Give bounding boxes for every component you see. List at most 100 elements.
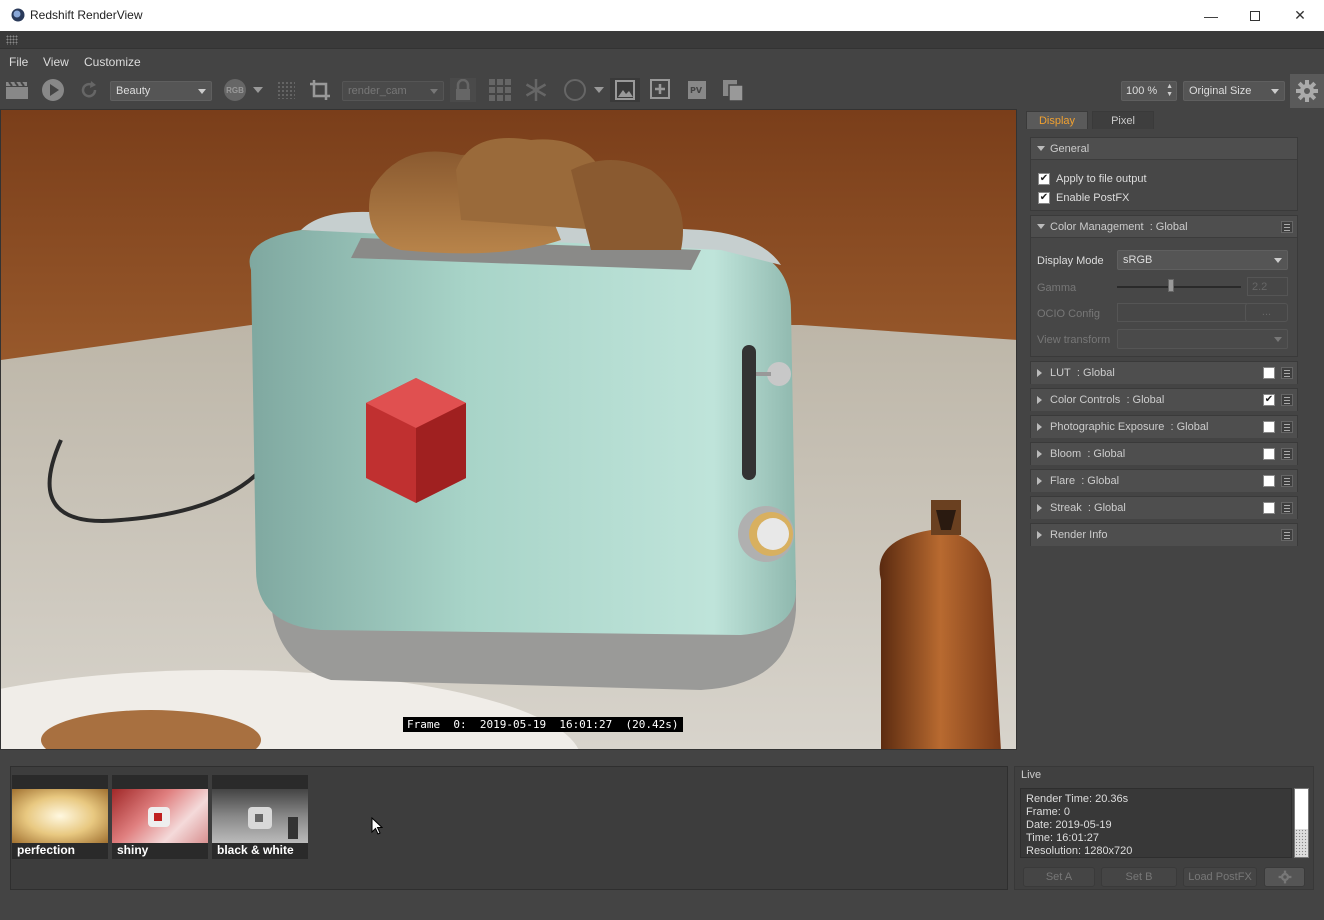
bottom-area: perfection shiny black & white Live Rend… xyxy=(0,750,1324,920)
copy-icon[interactable] xyxy=(718,78,748,102)
section-enable-checkbox[interactable] xyxy=(1263,421,1275,433)
render-image xyxy=(1,110,1016,749)
menu-file[interactable]: File xyxy=(9,55,28,69)
expand-triangle-icon xyxy=(1037,369,1042,377)
gear-icon[interactable] xyxy=(1290,74,1324,108)
display-mode-select[interactable]: sRGB xyxy=(1117,250,1288,270)
section-menu-icon[interactable] xyxy=(1281,475,1293,487)
resolution-line: Resolution: 1280x720 xyxy=(1026,845,1133,857)
snapshot-item[interactable]: shiny xyxy=(112,775,208,859)
section-color-controls-header[interactable]: Color Controls : Global ✔ xyxy=(1031,389,1297,411)
crop-icon[interactable] xyxy=(306,78,334,102)
title-bar: Redshift RenderView — ✕ xyxy=(0,0,1324,31)
section-menu-icon[interactable] xyxy=(1281,502,1293,514)
expand-triangle-icon xyxy=(1037,423,1042,431)
bucket-grid-icon[interactable] xyxy=(486,78,514,102)
chevron-down-icon[interactable] xyxy=(250,78,266,102)
enable-postfx-checkbox[interactable]: ✔ Enable PostFX xyxy=(1038,190,1129,206)
set-a-button[interactable]: Set A xyxy=(1023,867,1095,887)
expand-triangle-icon xyxy=(1037,146,1045,151)
gamma-slider-handle[interactable] xyxy=(1168,279,1174,292)
live-header: Live xyxy=(1021,769,1042,781)
redshift-app-icon xyxy=(11,8,25,22)
size-mode-select[interactable]: Original Size xyxy=(1183,81,1285,101)
toolbar: Beauty RGB render_cam PV 100 % ▲ ▼ Origi… xyxy=(0,73,1324,109)
postfx-panel: Display Pixel General ✔ Apply to file ou… xyxy=(1021,109,1324,750)
aov-select[interactable]: Beauty xyxy=(110,81,212,101)
expand-triangle-icon xyxy=(1037,396,1042,404)
menu-view[interactable]: View xyxy=(43,55,69,69)
tab-display[interactable]: Display xyxy=(1026,111,1088,129)
window-title: Redshift RenderView xyxy=(30,8,143,22)
chevron-down-icon[interactable] xyxy=(592,78,606,102)
postfx-icon[interactable]: PV xyxy=(682,78,712,102)
section-lut-header[interactable]: LUT : Global xyxy=(1031,362,1297,384)
render-time-line: Render Time: 20.36s xyxy=(1026,793,1129,805)
section-menu-icon[interactable] xyxy=(1281,448,1293,460)
gamma-slider-track[interactable] xyxy=(1117,286,1241,288)
rgb-channel-icon[interactable]: RGB xyxy=(222,78,248,102)
expand-triangle-icon xyxy=(1037,531,1042,539)
set-b-button[interactable]: Set B xyxy=(1101,867,1177,887)
expand-triangle-icon xyxy=(1037,450,1042,458)
add-snapshot-icon[interactable] xyxy=(646,78,676,102)
ocio-browse-button[interactable]: ... xyxy=(1245,303,1288,322)
frame-line: Frame: 0 xyxy=(1026,806,1071,818)
section-color-management-header[interactable]: Color Management : Global xyxy=(1031,216,1297,238)
section-menu-icon[interactable] xyxy=(1281,394,1293,406)
clapper-icon[interactable] xyxy=(4,78,30,102)
ocio-config-label: OCIO Config xyxy=(1037,308,1100,320)
gamma-input[interactable]: 2.2 xyxy=(1247,277,1288,296)
zoom-input[interactable]: 100 % ▲ ▼ xyxy=(1121,81,1177,101)
lock-icon[interactable] xyxy=(450,78,476,102)
section-enable-checkbox[interactable]: ✔ xyxy=(1263,394,1275,406)
minimize-button[interactable]: — xyxy=(1188,0,1234,31)
tile-grid-icon[interactable] xyxy=(274,78,298,102)
section-render-info: Render Info xyxy=(1030,523,1298,546)
load-postfx-button[interactable]: Load PostFX xyxy=(1183,867,1257,887)
ocio-config-input[interactable] xyxy=(1117,303,1247,322)
image-icon[interactable] xyxy=(610,78,640,102)
section-bloom: Bloom : Global xyxy=(1030,442,1298,465)
section-photographic-exposure-header[interactable]: Photographic Exposure : Global xyxy=(1031,416,1297,438)
expand-triangle-icon xyxy=(1037,224,1045,229)
section-enable-checkbox[interactable] xyxy=(1263,475,1275,487)
checkmark-icon[interactable]: ✔ xyxy=(1038,192,1050,204)
mouse-cursor-icon xyxy=(371,817,383,835)
section-render-info-header[interactable]: Render Info xyxy=(1031,524,1297,546)
checkmark-icon[interactable]: ✔ xyxy=(1038,173,1050,185)
section-menu-icon[interactable] xyxy=(1281,367,1293,379)
section-streak: Streak : Global xyxy=(1030,496,1298,519)
section-menu-icon[interactable] xyxy=(1281,529,1293,541)
section-enable-checkbox[interactable] xyxy=(1263,448,1275,460)
snapshot-item[interactable]: perfection xyxy=(12,775,108,859)
freeze-icon[interactable] xyxy=(522,78,550,102)
refresh-icon[interactable] xyxy=(76,78,102,102)
close-button[interactable]: ✕ xyxy=(1277,0,1323,31)
section-photographic-exposure: Photographic Exposure : Global xyxy=(1030,415,1298,438)
view-transform-select[interactable] xyxy=(1117,329,1288,349)
section-streak-header[interactable]: Streak : Global xyxy=(1031,497,1297,519)
menu-customize[interactable]: Customize xyxy=(84,55,141,69)
section-flare-header[interactable]: Flare : Global xyxy=(1031,470,1297,492)
tab-pixel[interactable]: Pixel xyxy=(1092,111,1154,129)
maximize-button[interactable] xyxy=(1232,0,1278,31)
section-enable-checkbox[interactable] xyxy=(1263,367,1275,379)
section-bloom-header[interactable]: Bloom : Global xyxy=(1031,443,1297,465)
toolbar-grip[interactable] xyxy=(0,31,1324,49)
apply-to-file-output-checkbox[interactable]: ✔ Apply to file output xyxy=(1038,171,1147,187)
snapshot-thumbnail xyxy=(212,789,308,843)
snapshot-item[interactable]: black & white xyxy=(212,775,308,859)
live-scrollbar[interactable] xyxy=(1294,788,1309,858)
play-icon[interactable] xyxy=(40,78,66,102)
camera-select[interactable]: render_cam xyxy=(342,81,444,101)
live-info-panel: Live Render Time: 20.36s Frame: 0 Date: … xyxy=(1014,766,1314,890)
render-viewport[interactable]: Frame 0: 2019-05-19 16:01:27 (20.42s) xyxy=(0,109,1017,750)
section-menu-icon[interactable] xyxy=(1281,421,1293,433)
section-enable-checkbox[interactable] xyxy=(1263,502,1275,514)
section-general-header[interactable]: General xyxy=(1031,138,1297,160)
gear-icon[interactable] xyxy=(1264,867,1305,887)
section-menu-icon[interactable] xyxy=(1281,221,1293,233)
render-info-text: Render Time: 20.36s Frame: 0 Date: 2019-… xyxy=(1020,788,1292,858)
circle-mask-icon[interactable] xyxy=(562,78,588,102)
